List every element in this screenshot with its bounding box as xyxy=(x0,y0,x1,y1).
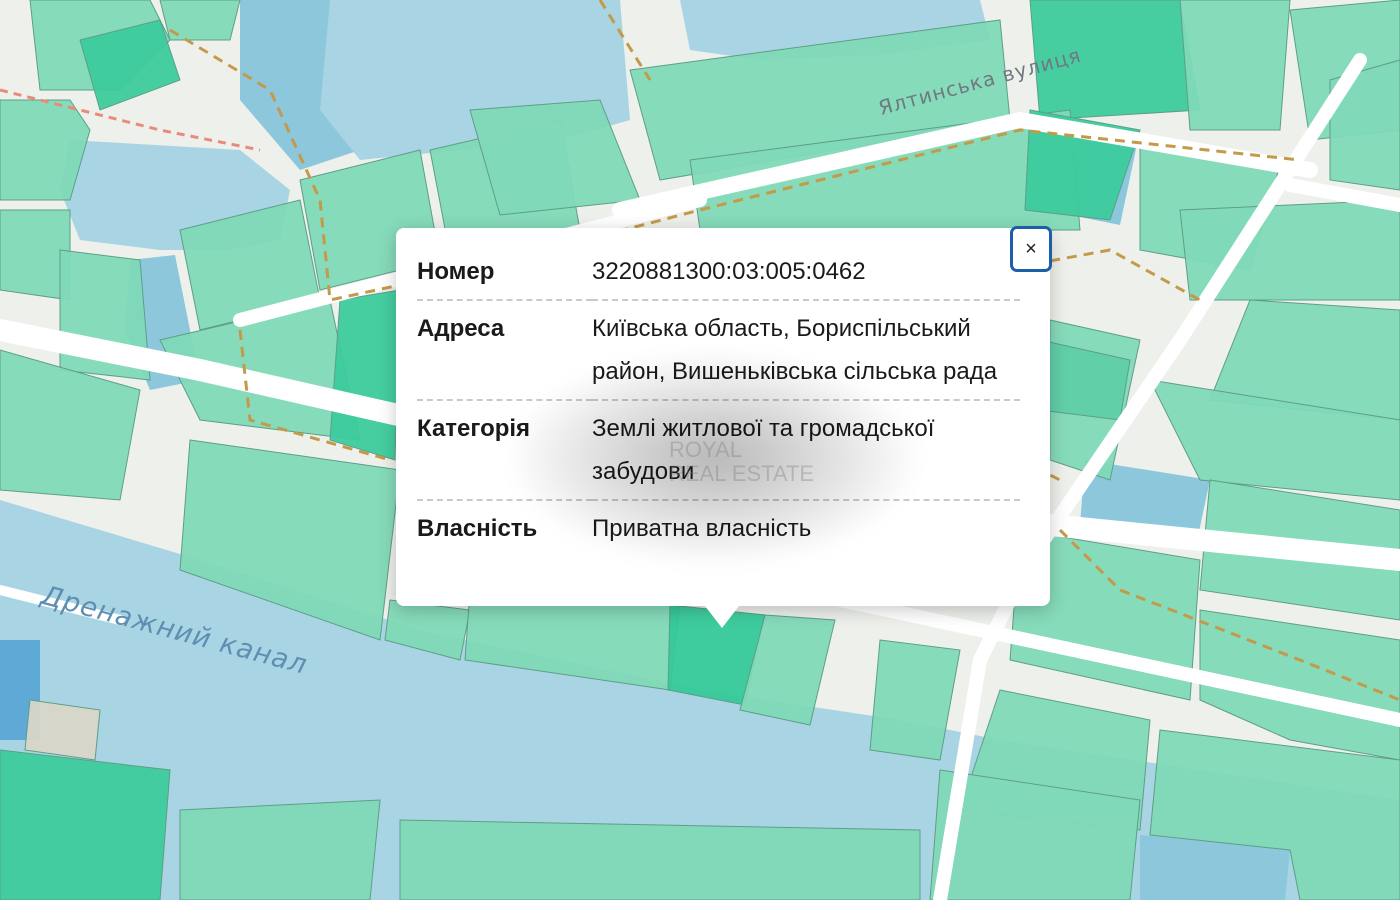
info-value: Приватна власність xyxy=(592,499,1020,556)
info-value: Київська область, Бориспільський район, … xyxy=(592,299,1020,400)
info-key: Номер xyxy=(417,258,495,285)
info-row-address: Адреса Київська область, Бориспільський … xyxy=(417,299,1020,400)
info-value: 3220881300:03:005:0462 xyxy=(592,258,866,285)
parcel-info-popup: × Номер 3220881300:03:005:0462 Адреса Ки… xyxy=(396,226,1052,628)
info-row-category: Категорія Землі житлової та громадської … xyxy=(417,399,1020,500)
close-button[interactable]: × xyxy=(1010,226,1052,272)
info-key: Категорія xyxy=(417,399,592,500)
info-key: Адреса xyxy=(417,299,592,400)
info-value: Землі житлової та громадської забудови xyxy=(592,399,1020,500)
info-row-number: Номер 3220881300:03:005:0462 xyxy=(417,250,1020,300)
parcel-info-table: Номер 3220881300:03:005:0462 Адреса Київ… xyxy=(417,250,1020,556)
info-row-ownership: Власність Приватна власність xyxy=(417,499,1020,556)
info-key: Власність xyxy=(417,499,592,556)
popup-pointer xyxy=(705,606,739,628)
